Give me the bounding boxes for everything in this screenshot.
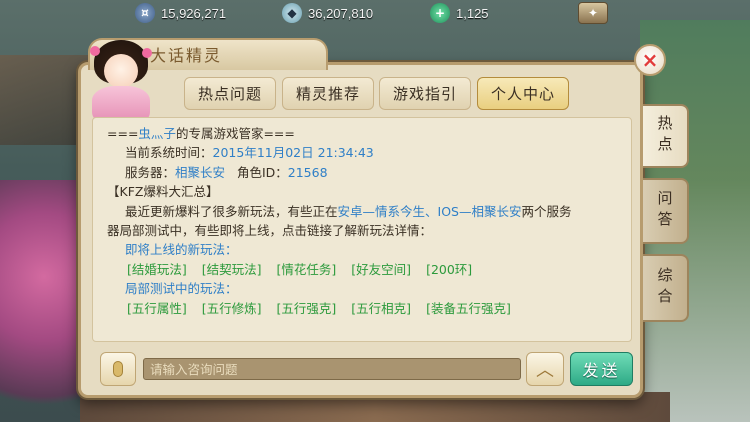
resource-jade[interactable]: + 1,125	[430, 2, 489, 24]
link-equip-five-elements[interactable]: [装备五行强克]	[426, 299, 511, 318]
news-paragraph-2: 器局部测试中，有些即将上线，点击链接了解新玩法详情：	[107, 223, 433, 239]
server-value: 相聚长安	[175, 164, 226, 180]
avatar-face	[104, 54, 138, 88]
resource-silver: ◆ 36,207,810	[282, 2, 373, 24]
greeting-suffix: 的专属游戏管家===	[175, 126, 295, 141]
tab-recommendations[interactable]: 精灵推荐	[282, 77, 374, 110]
news-paragraph-1: 最近更新爆料了很多新玩法，有些正在安卓—情系今生、IOS—相聚长安两个服务	[107, 202, 617, 221]
close-icon[interactable]: ×	[642, 48, 659, 72]
upcoming-title: 即将上线的新玩法：	[125, 242, 238, 258]
link-love-quest[interactable]: [情花任务]	[277, 260, 337, 279]
server-names: 安卓—情系今生、IOS—相聚长安	[337, 203, 522, 219]
link-five-elements-strong[interactable]: [五行强克]	[277, 299, 337, 318]
coin-icon: ¤	[135, 3, 155, 23]
testing-title: 局部测试中的玩法：	[125, 281, 238, 297]
avatar-flower	[142, 48, 152, 58]
tab-hot-questions[interactable]: 热点问题	[184, 77, 276, 110]
jade-icon[interactable]: +	[430, 3, 450, 23]
side-tab-qa[interactable]: 问答	[643, 178, 689, 244]
greeting-prefix: ===	[107, 126, 139, 141]
link-marriage[interactable]: [结婚玩法]	[127, 260, 187, 279]
close-button[interactable]: ×	[634, 44, 666, 76]
coins-value: 15,926,271	[161, 5, 227, 21]
upcoming-links: [结婚玩法] [结契玩法] [情花任务] [好友空间] [200环]	[107, 260, 617, 279]
avatar-flower	[90, 46, 100, 56]
link-five-elements-attr[interactable]: [五行属性]	[127, 299, 187, 318]
section-title: 【KFZ爆料大汇总】	[107, 184, 219, 200]
silver-value: 36,207,810	[308, 5, 374, 21]
side-tab-hot[interactable]: 热点	[643, 104, 689, 168]
time-label: 当前系统时间：	[125, 145, 213, 161]
link-five-elements-train[interactable]: [五行修炼]	[202, 299, 262, 318]
time-value: 2015年11月02日 21:34:43	[212, 145, 374, 161]
chevron-up-icon: ︿	[536, 360, 554, 381]
tab-game-guide[interactable]: 游戏指引	[379, 77, 471, 110]
message-content: ===虫灬子的专属游戏管家=== 当前系统时间：2015年11月02日 21:3…	[92, 117, 632, 342]
resource-coins: ¤ 15,926,271	[135, 2, 226, 24]
side-tab-general[interactable]: 综合	[643, 254, 689, 322]
link-friend-space[interactable]: [好友空间]	[351, 260, 411, 279]
link-contract[interactable]: [结契玩法]	[202, 260, 262, 279]
voice-button[interactable]	[100, 352, 136, 386]
gift-icon[interactable]: ✦	[578, 2, 608, 24]
silver-ingot-icon: ◆	[282, 3, 302, 23]
role-label: 角色ID：	[236, 164, 288, 180]
link-five-elements-counter[interactable]: [五行相克]	[351, 299, 411, 318]
question-input[interactable]	[143, 358, 521, 380]
server-line: 服务器：相聚长安 角色ID：21568	[107, 163, 617, 182]
tab-personal-center[interactable]: 个人中心	[477, 77, 569, 110]
role-value: 21568	[287, 164, 328, 180]
fairy-avatar	[86, 40, 156, 124]
send-button[interactable]: 发送	[570, 352, 633, 386]
testing-links: [五行属性] [五行修炼] [五行强克] [五行相克] [装备五行强克]	[107, 299, 617, 318]
player-name-link[interactable]: 虫灬子	[138, 126, 176, 141]
news-text: 最近更新爆料了很多新玩法，有些正在	[125, 203, 338, 219]
server-label: 服务器：	[125, 164, 176, 180]
jade-value: 1,125	[456, 5, 489, 21]
greeting-line: ===虫灬子的专属游戏管家===	[107, 124, 617, 143]
news-text: 两个服务	[521, 203, 572, 219]
microphone-icon	[113, 361, 123, 377]
expand-button[interactable]: ︿	[526, 352, 564, 386]
link-200-rings[interactable]: [200环]	[426, 260, 472, 279]
dialog-title: 大话精灵	[150, 46, 223, 65]
system-time-line: 当前系统时间：2015年11月02日 21:34:43	[107, 143, 617, 162]
